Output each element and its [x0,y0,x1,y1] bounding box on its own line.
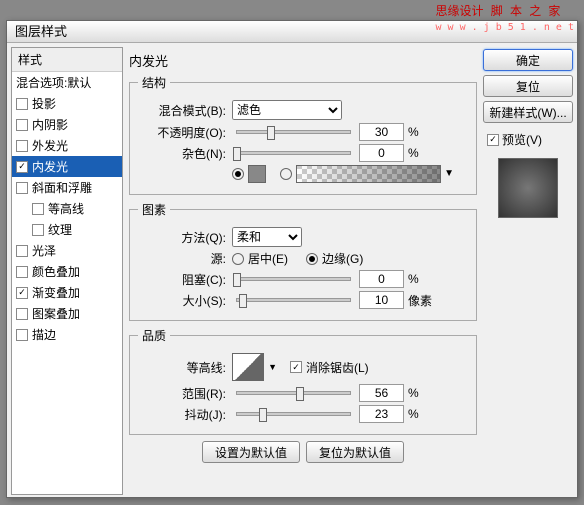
choke-slider[interactable] [236,277,351,281]
antialias-label: 消除锯齿(L) [306,359,369,376]
edge-radio[interactable] [306,253,318,265]
pct-label: % [408,125,419,139]
right-column: 确定 复位 新建样式(W)... 预览(V) [483,47,573,495]
preview-label: 预览(V) [502,131,542,148]
opacity-slider[interactable] [236,130,351,134]
pct-label: % [408,272,419,286]
edge-label: 边缘(G) [322,250,363,267]
set-default-button[interactable]: 设置为默认值 [202,441,300,463]
sidebar-item-color-overlay[interactable]: 颜色叠加 [12,261,122,282]
checkbox-icon[interactable] [16,287,28,299]
quality-legend: 品质 [138,327,170,344]
contour-label: 等高线: [138,359,228,376]
checkbox-icon[interactable] [16,119,28,131]
preview-checkbox[interactable] [487,134,499,146]
pct-label: % [408,386,419,400]
checkbox-icon[interactable] [16,161,28,173]
method-select[interactable]: 柔和 [232,227,302,247]
sidebar-item-drop-shadow[interactable]: 投影 [12,93,122,114]
checkbox-icon[interactable] [16,266,28,278]
sidebar-item-texture[interactable]: 纹理 [12,219,122,240]
opacity-label: 不透明度(O): [138,124,228,141]
noise-slider[interactable] [236,151,351,155]
elements-legend: 图素 [138,201,170,218]
quality-group: 品质 等高线: 消除锯齿(L) 范围(R): % 抖动(J): [129,327,477,435]
new-style-button[interactable]: 新建样式(W)... [483,101,573,123]
antialias-checkbox[interactable] [290,361,302,373]
blend-mode-select[interactable]: 滤色 [232,100,342,120]
layer-style-dialog: 图层样式 样式 混合选项:默认 投影 内阴影 外发光 内发光 斜面和浮雕 等高线… [6,20,578,498]
checkbox-icon[interactable] [16,98,28,110]
contour-picker[interactable] [232,353,264,381]
sidebar-header: 样式 [12,48,122,72]
size-input[interactable] [359,291,404,309]
sidebar-item-inner-glow[interactable]: 内发光 [12,156,122,177]
jitter-input[interactable] [359,405,404,423]
range-label: 范围(R): [138,385,228,402]
color-radio[interactable] [232,168,244,180]
panel-title: 内发光 [129,51,477,70]
method-label: 方法(Q): [138,229,228,246]
choke-label: 阻塞(C): [138,271,228,288]
checkbox-icon[interactable] [32,203,44,215]
range-slider[interactable] [236,391,351,395]
checkbox-icon[interactable] [16,329,28,341]
jitter-label: 抖动(J): [138,406,228,423]
settings-panel: 内发光 结构 混合模式(B): 滤色 不透明度(O): % 杂色(N): [127,47,479,495]
px-label: 像素 [408,292,432,309]
pct-label: % [408,146,419,160]
ok-button[interactable]: 确定 [483,49,573,71]
sidebar-item-contour[interactable]: 等高线 [12,198,122,219]
elements-group: 图素 方法(Q): 柔和 源: 居中(E) 边缘(G) 阻塞(C): [129,201,477,321]
color-swatch[interactable] [248,165,266,183]
checkbox-icon[interactable] [16,140,28,152]
sidebar-item-outer-glow[interactable]: 外发光 [12,135,122,156]
source-label: 源: [138,250,228,267]
gradient-radio[interactable] [280,168,292,180]
sidebar-item-satin[interactable]: 光泽 [12,240,122,261]
preview-swatch [498,158,558,218]
size-label: 大小(S): [138,292,228,309]
noise-label: 杂色(N): [138,145,228,162]
range-input[interactable] [359,384,404,402]
structure-legend: 结构 [138,74,170,91]
sidebar-item-gradient-overlay[interactable]: 渐变叠加 [12,282,122,303]
checkbox-icon[interactable] [16,245,28,257]
sidebar-item-stroke[interactable]: 描边 [12,324,122,345]
center-label: 居中(E) [248,250,288,267]
size-slider[interactable] [236,298,351,302]
checkbox-icon[interactable] [16,308,28,320]
gradient-picker[interactable] [296,165,441,183]
noise-input[interactable] [359,144,404,162]
pct-label: % [408,407,419,421]
structure-group: 结构 混合模式(B): 滤色 不透明度(O): % 杂色(N): % [129,74,477,195]
opacity-input[interactable] [359,123,404,141]
reset-button[interactable]: 复位 [483,75,573,97]
choke-input[interactable] [359,270,404,288]
checkbox-icon[interactable] [16,182,28,194]
jitter-slider[interactable] [236,412,351,416]
watermark: 思缘设计 脚 本 之 家w w w . j b 5 1 . n e t [436,2,574,33]
blend-mode-label: 混合模式(B): [138,102,228,119]
sidebar-item-bevel[interactable]: 斜面和浮雕 [12,177,122,198]
checkbox-icon[interactable] [32,224,44,236]
style-list: 样式 混合选项:默认 投影 内阴影 外发光 内发光 斜面和浮雕 等高线 纹理 光… [11,47,123,495]
sidebar-item-inner-shadow[interactable]: 内阴影 [12,114,122,135]
reset-default-button[interactable]: 复位为默认值 [306,441,404,463]
sidebar-item-pattern-overlay[interactable]: 图案叠加 [12,303,122,324]
center-radio[interactable] [232,253,244,265]
sidebar-item-blend[interactable]: 混合选项:默认 [12,72,122,93]
